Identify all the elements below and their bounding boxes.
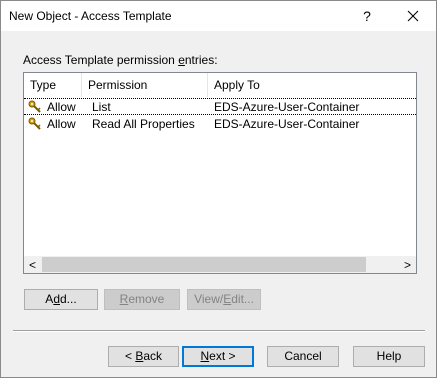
footer-separator — [13, 330, 425, 332]
permission-entries-list[interactable]: Type Permission Apply To Allow List EDS-… — [23, 72, 417, 274]
permission-entries-label: Access Template permission entries: — [23, 53, 218, 67]
key-icon — [28, 100, 41, 113]
title-bar: New Object - Access Template ? — [1, 1, 436, 31]
list-item[interactable]: Allow Read All Properties EDS-Azure-User… — [24, 116, 416, 133]
back-button[interactable]: < Back — [108, 346, 179, 367]
scroll-left-button[interactable]: < — [24, 256, 41, 273]
entry-apply-to: EDS-Azure-User-Container — [214, 117, 360, 131]
dialog-window: New Object - Access Template ? Access Te… — [0, 0, 437, 378]
help-title-button[interactable]: ? — [345, 1, 389, 31]
close-button[interactable] — [391, 1, 435, 31]
view-edit-button[interactable]: View/Edit... — [187, 289, 261, 310]
column-header-type[interactable]: Type — [24, 73, 82, 97]
chevron-right-icon: > — [403, 257, 411, 272]
remove-button-label: Remove — [119, 292, 165, 306]
add-button-label: Add... — [45, 292, 77, 306]
help-button-label: Help — [376, 349, 402, 363]
remove-button[interactable]: Remove — [104, 289, 180, 310]
add-button[interactable]: Add... — [24, 289, 98, 310]
window-title: New Object - Access Template — [9, 9, 172, 23]
back-button-label: < Back — [124, 349, 163, 363]
entry-permission: Read All Properties — [92, 117, 195, 131]
next-button[interactable]: Next > — [182, 346, 254, 367]
entry-type: Allow — [47, 100, 76, 114]
list-header: Type Permission Apply To — [24, 73, 416, 97]
key-icon — [28, 117, 41, 130]
scroll-thumb[interactable] — [42, 257, 366, 272]
horizontal-scrollbar[interactable]: < > — [24, 256, 416, 273]
close-icon — [407, 10, 419, 22]
column-header-apply-to-label: Apply To — [214, 78, 260, 92]
help-button[interactable]: Help — [353, 346, 425, 367]
cancel-button[interactable]: Cancel — [267, 346, 339, 367]
view-edit-button-label: View/Edit... — [194, 292, 254, 306]
entry-type: Allow — [47, 117, 76, 131]
column-header-permission-label: Permission — [88, 78, 148, 92]
column-header-permission[interactable]: Permission — [82, 73, 208, 97]
entry-permission: List — [92, 100, 111, 114]
cancel-button-label: Cancel — [284, 349, 322, 363]
scroll-right-button[interactable]: > — [399, 256, 416, 273]
chevron-left-icon: < — [28, 257, 36, 272]
question-mark-icon: ? — [363, 8, 371, 24]
entry-apply-to: EDS-Azure-User-Container — [214, 100, 360, 114]
column-header-type-label: Type — [30, 78, 57, 92]
next-button-label: Next > — [200, 349, 236, 363]
list-item[interactable]: Allow List EDS-Azure-User-Container — [24, 98, 416, 115]
dialog-content: Access Template permission entries: Type… — [1, 31, 436, 377]
column-header-apply-to[interactable]: Apply To — [208, 73, 416, 97]
